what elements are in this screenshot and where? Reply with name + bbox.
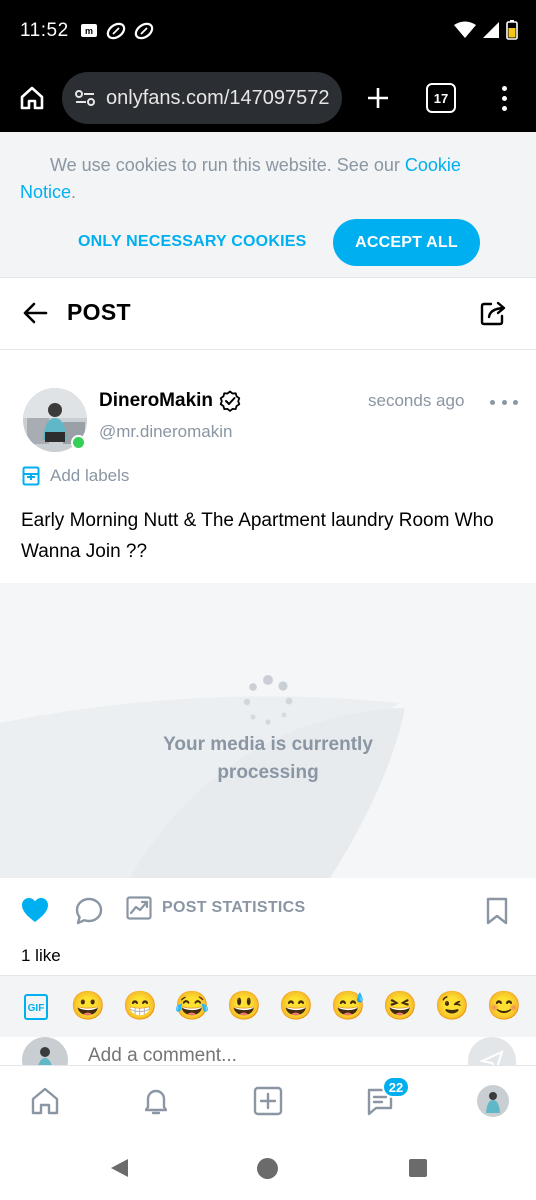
url-text: onlyfans.com/147097572	[106, 86, 330, 109]
plus-icon	[368, 88, 388, 108]
avatar	[22, 1037, 68, 1065]
comment-input[interactable]	[88, 1045, 448, 1065]
author-avatar-wrapper[interactable]	[23, 388, 87, 452]
mail-icon: m	[81, 24, 97, 37]
comment-button[interactable]	[74, 896, 106, 928]
heart-icon	[22, 898, 48, 922]
post-actions: POST STATISTICS	[0, 878, 536, 946]
browser-toolbar: onlyfans.com/147097572 17	[0, 66, 536, 132]
site-settings-icon[interactable]	[74, 89, 96, 107]
post-options-button[interactable]	[490, 390, 518, 414]
statistics-icon	[126, 896, 152, 920]
like-button[interactable]	[20, 896, 52, 928]
author-name-row[interactable]: DineroMakin	[99, 390, 241, 412]
system-back-icon[interactable]	[108, 1157, 130, 1179]
emoji-grinning[interactable]: 😀	[70, 988, 106, 1024]
online-status-indicator	[71, 435, 86, 450]
status-time: 11:52	[20, 20, 69, 41]
cookie-notice-text: We use cookies to run this website. See …	[20, 152, 520, 206]
only-necessary-cookies-button[interactable]: ONLY NECESSARY COOKIES	[66, 220, 318, 264]
messages-count-badge: 22	[382, 1076, 410, 1098]
page-title: POST	[67, 299, 131, 325]
new-tab-button[interactable]	[360, 80, 396, 116]
emoji-blush[interactable]: 😊	[486, 988, 522, 1024]
system-recents-button[interactable]	[409, 1159, 427, 1177]
home-icon	[20, 86, 44, 110]
send-comment-button[interactable]	[468, 1037, 516, 1065]
share-icon	[480, 301, 506, 326]
arrow-left-icon	[23, 302, 48, 324]
system-navigation-bar	[0, 1137, 536, 1200]
add-post-icon	[253, 1086, 283, 1116]
media-processing-message: Your media is currently processing	[163, 734, 373, 783]
cookie-banner: We use cookies to run this website. See …	[0, 132, 536, 278]
wifi-icon	[454, 21, 476, 38]
media-placeholder: Your media is currently processing	[0, 583, 536, 878]
post-timestamp: seconds ago	[368, 391, 465, 410]
label-icon	[22, 466, 40, 486]
bottom-navigation: 22	[0, 1065, 536, 1137]
bookmark-icon	[486, 897, 508, 925]
back-button[interactable]	[18, 296, 52, 330]
accept-all-button[interactable]: ACCEPT ALL	[333, 219, 480, 266]
gif-icon[interactable]: GIF	[24, 994, 48, 1020]
bell-icon	[144, 1089, 168, 1115]
notification-icons: m	[80, 22, 154, 40]
browser-home-button[interactable]	[14, 80, 50, 116]
system-icons	[454, 20, 518, 40]
comment-composer	[0, 1037, 536, 1065]
add-labels-button[interactable]: Add labels	[22, 466, 129, 486]
share-button[interactable]	[476, 296, 510, 330]
bookmark-button[interactable]	[484, 896, 514, 928]
author-name[interactable]: DineroMakin	[99, 390, 213, 412]
loading-spinner-icon	[243, 675, 293, 725]
system-home-button[interactable]	[257, 1158, 278, 1179]
browser-menu-button[interactable]	[490, 80, 518, 116]
address-bar[interactable]: onlyfans.com/147097572	[62, 72, 342, 124]
football-icon	[106, 22, 126, 40]
emoji-beaming[interactable]: 😁	[122, 988, 158, 1024]
nav-home[interactable]	[28, 1084, 62, 1118]
author-handle[interactable]: @mr.dineromakin	[99, 422, 232, 442]
verified-icon	[219, 390, 241, 412]
post-text: Early Morning Nutt & The Apartment laund…	[21, 510, 494, 562]
svg-text:GIF: GIF	[28, 1003, 45, 1014]
page-header: POST	[0, 278, 536, 350]
nav-profile-avatar[interactable]	[477, 1085, 509, 1117]
nav-new-post[interactable]	[251, 1084, 285, 1118]
cookie-text-end: .	[71, 182, 77, 202]
svg-text:m: m	[85, 26, 93, 36]
football-icon	[134, 22, 154, 40]
tab-switcher-button[interactable]: 17	[426, 83, 456, 113]
quick-emoji-bar: GIF 😀 😁 😂 😃 😄 😅 😆 😉 😊	[0, 975, 536, 1037]
emoji-tears-of-joy[interactable]: 😂	[174, 988, 210, 1024]
status-bar: 11:52 m	[0, 0, 536, 66]
emoji-wink[interactable]: 😉	[434, 988, 470, 1024]
post-statistics-button[interactable]: POST STATISTICS	[126, 896, 305, 920]
add-labels-label: Add labels	[50, 466, 130, 485]
nav-notifications[interactable]	[139, 1084, 173, 1118]
emoji-laughing[interactable]: 😆	[382, 988, 418, 1024]
signal-icon	[483, 22, 499, 38]
cookie-text-body: We use cookies to run this website. See …	[50, 155, 405, 175]
emoji-smile[interactable]: 😄	[278, 988, 314, 1024]
home-icon	[31, 1087, 59, 1115]
send-icon	[478, 1050, 504, 1065]
emoji-smiley[interactable]: 😃	[226, 988, 262, 1024]
comment-icon	[75, 897, 103, 925]
post-statistics-label: POST STATISTICS	[162, 899, 306, 916]
emoji-sweat-smile[interactable]: 😅	[330, 988, 366, 1024]
battery-icon	[506, 20, 518, 40]
likes-count[interactable]: 1 like	[21, 946, 61, 966]
